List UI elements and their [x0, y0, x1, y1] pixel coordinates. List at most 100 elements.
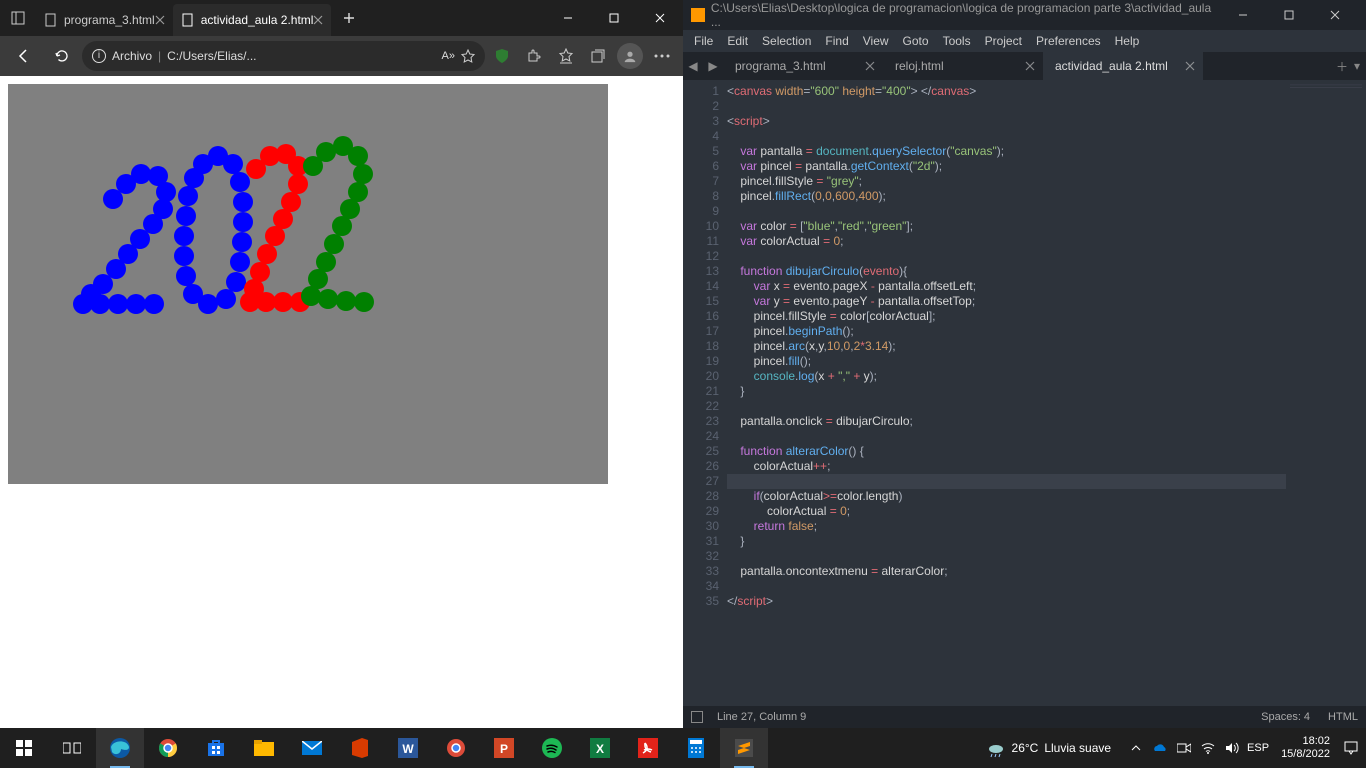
- weather-text: Lluvia suave: [1044, 741, 1111, 755]
- document-icon: [181, 13, 195, 27]
- menu-tools[interactable]: Tools: [936, 34, 978, 48]
- minimap[interactable]: [1286, 80, 1366, 706]
- calculator-icon[interactable]: [672, 728, 720, 768]
- weather-temp: 26°C: [1012, 741, 1039, 755]
- syntax-setting[interactable]: HTML: [1328, 711, 1358, 723]
- word-icon[interactable]: W: [384, 728, 432, 768]
- adguard-extension-icon[interactable]: [487, 41, 517, 71]
- tray-chevron-up-icon[interactable]: [1127, 739, 1145, 757]
- start-button[interactable]: [0, 728, 48, 768]
- svg-text:X: X: [596, 742, 604, 756]
- indent-setting[interactable]: Spaces: 4: [1261, 711, 1310, 723]
- document-icon: [44, 13, 58, 27]
- tab-label: actividad_aula 2.html: [1055, 59, 1168, 73]
- spotify-icon[interactable]: [528, 728, 576, 768]
- canvas-drawing[interactable]: [8, 84, 608, 484]
- sublime-window: C:\Users\Elias\Desktop\logica de program…: [683, 0, 1366, 728]
- minimize-button[interactable]: [545, 0, 591, 36]
- menu-file[interactable]: File: [687, 34, 720, 48]
- tab-overflow-icon[interactable]: ▾: [1354, 59, 1360, 73]
- vertical-tabs-button[interactable]: [0, 0, 36, 36]
- close-tab-icon[interactable]: [313, 15, 323, 25]
- page-content: [0, 76, 683, 728]
- sublime-titlebar: C:\Users\Elias\Desktop\logica de program…: [683, 0, 1366, 30]
- menu-view[interactable]: View: [856, 34, 896, 48]
- favorites-icon[interactable]: [551, 41, 581, 71]
- svg-text:W: W: [402, 742, 414, 756]
- sublime-taskbar-icon[interactable]: [720, 728, 768, 768]
- system-tray: 26°C Lluvia suave ESP 18:02 15/8/2022: [986, 728, 1366, 768]
- close-tab-icon[interactable]: [1185, 61, 1195, 71]
- browser-tab-2-active[interactable]: actividad_aula 2.html: [173, 4, 332, 36]
- tab-label: programa_3.html: [64, 13, 155, 27]
- tab-label: actividad_aula 2.html: [201, 13, 314, 27]
- menu-edit[interactable]: Edit: [720, 34, 755, 48]
- maximize-button[interactable]: [1266, 0, 1312, 30]
- more-menu-icon[interactable]: [647, 41, 677, 71]
- sublime-tabs: ◀ ▶ programa_3.html reloj.html actividad…: [683, 52, 1366, 80]
- tab-nav-forward[interactable]: ▶: [703, 52, 723, 80]
- url-prefix: Archivo: [112, 49, 152, 63]
- editor-tab-2[interactable]: reloj.html: [883, 52, 1043, 80]
- menu-project[interactable]: Project: [978, 34, 1029, 48]
- favorite-star-icon[interactable]: [461, 49, 475, 63]
- profile-avatar[interactable]: [615, 41, 645, 71]
- chrome-taskbar-icon[interactable]: [144, 728, 192, 768]
- editor-tab-3-active[interactable]: actividad_aula 2.html: [1043, 52, 1203, 80]
- menu-selection[interactable]: Selection: [755, 34, 818, 48]
- wifi-icon[interactable]: [1199, 739, 1217, 757]
- input-language[interactable]: ESP: [1247, 742, 1269, 754]
- time: 18:02: [1281, 735, 1330, 748]
- acrobat-icon[interactable]: [624, 728, 672, 768]
- close-tab-icon[interactable]: [1025, 61, 1035, 71]
- code-area[interactable]: <canvas width="600" height="400"> </canv…: [727, 80, 1286, 706]
- address-bar[interactable]: i Archivo | C:/Users/Elias/... A»: [82, 41, 485, 71]
- windows-taskbar: W P X 26°C Lluvia suave ESP 18:02 15/8/2…: [0, 728, 1366, 768]
- close-window-button[interactable]: [1312, 0, 1358, 30]
- sublime-menubar: File Edit Selection Find View Goto Tools…: [683, 30, 1366, 52]
- menu-goto[interactable]: Goto: [896, 34, 936, 48]
- editor-tab-1[interactable]: programa_3.html: [723, 52, 883, 80]
- mail-icon[interactable]: [288, 728, 336, 768]
- menu-preferences[interactable]: Preferences: [1029, 34, 1108, 48]
- excel-icon[interactable]: X: [576, 728, 624, 768]
- refresh-button[interactable]: [44, 40, 80, 72]
- edge-toolbar: i Archivo | C:/Users/Elias/... A»: [0, 36, 683, 76]
- back-button[interactable]: [6, 40, 42, 72]
- maximize-button[interactable]: [591, 0, 637, 36]
- panel-toggle-icon[interactable]: [691, 711, 703, 723]
- task-view-button[interactable]: [48, 728, 96, 768]
- new-tab-button[interactable]: [335, 4, 363, 32]
- notifications-icon[interactable]: [1342, 739, 1360, 757]
- editor-body: 1234567891011121314151617181920212223242…: [683, 80, 1366, 706]
- file-explorer-icon[interactable]: [240, 728, 288, 768]
- tab-label: reloj.html: [895, 59, 944, 73]
- url-path: C:/Users/Elias/...: [167, 49, 256, 63]
- new-tab-button[interactable]: ＋: [1336, 58, 1348, 75]
- reader-mode-icon[interactable]: A»: [442, 50, 455, 62]
- edge-taskbar-icon[interactable]: [96, 728, 144, 768]
- clock[interactable]: 18:02 15/8/2022: [1281, 735, 1330, 761]
- volume-icon[interactable]: [1223, 739, 1241, 757]
- extensions-icon[interactable]: [519, 41, 549, 71]
- close-tab-icon[interactable]: [865, 61, 875, 71]
- date: 15/8/2022: [1281, 748, 1330, 761]
- office-icon[interactable]: [336, 728, 384, 768]
- close-window-button[interactable]: [637, 0, 683, 36]
- collections-icon[interactable]: [583, 41, 613, 71]
- ms-store-icon[interactable]: [192, 728, 240, 768]
- site-info-icon[interactable]: i: [92, 49, 106, 63]
- powerpoint-icon[interactable]: P: [480, 728, 528, 768]
- onedrive-icon[interactable]: [1151, 739, 1169, 757]
- tab-nav-back[interactable]: ◀: [683, 52, 703, 80]
- chrome-taskbar-icon-2[interactable]: [432, 728, 480, 768]
- meet-now-icon[interactable]: [1175, 739, 1193, 757]
- menu-help[interactable]: Help: [1108, 34, 1147, 48]
- line-gutter: 1234567891011121314151617181920212223242…: [683, 80, 727, 706]
- browser-tab-1[interactable]: programa_3.html: [36, 4, 173, 36]
- weather-widget[interactable]: 26°C Lluvia suave: [986, 738, 1112, 758]
- minimize-button[interactable]: [1220, 0, 1266, 30]
- close-tab-icon[interactable]: [155, 15, 165, 25]
- edge-browser-window: programa_3.html actividad_aula 2.html i …: [0, 0, 683, 728]
- menu-find[interactable]: Find: [818, 34, 855, 48]
